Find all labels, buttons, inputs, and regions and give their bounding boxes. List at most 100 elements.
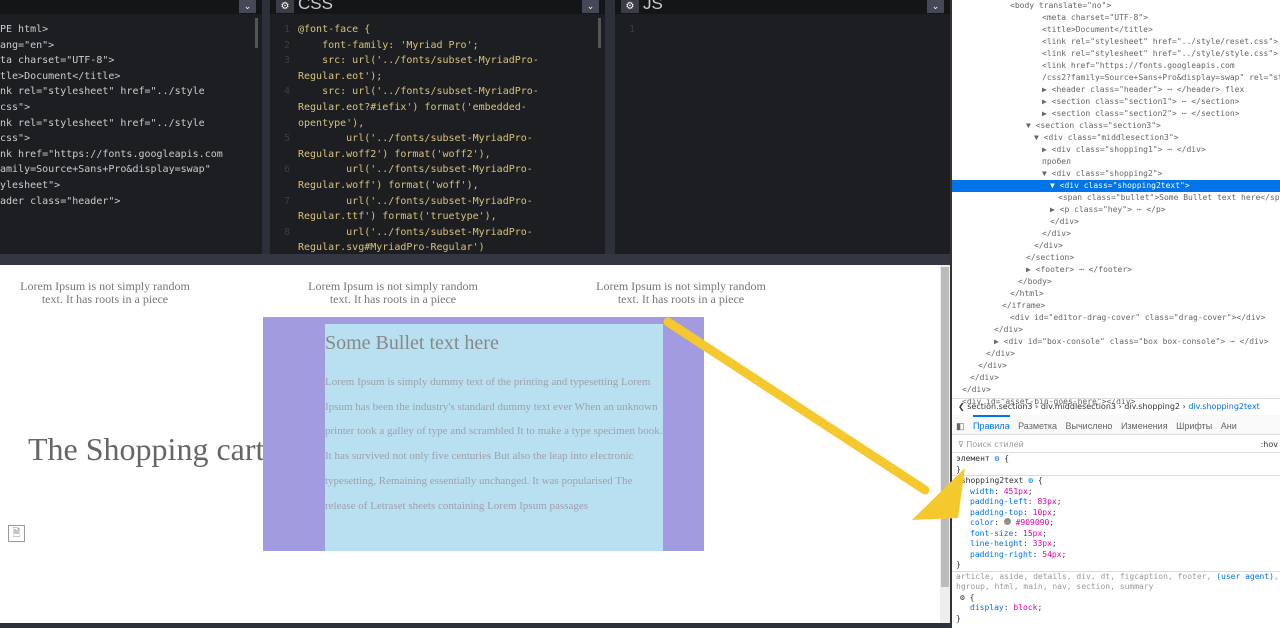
color-swatch-icon[interactable]	[1003, 518, 1011, 525]
hey-paragraph: Lorem Ipsum is simply dummy text of the …	[325, 376, 663, 512]
css-code[interactable]: 1 @font-face {2 font-family: 'Myriad Pro'…	[270, 14, 605, 254]
gear-icon[interactable]: ⚙	[621, 0, 639, 13]
dom-node[interactable]: </div>	[952, 384, 1280, 396]
dom-node[interactable]: <span class="bullet">Some Bullet text he…	[952, 192, 1280, 204]
tab-changes[interactable]: Изменения	[1121, 417, 1168, 435]
dom-node[interactable]: </div>	[952, 372, 1280, 384]
prop-name[interactable]: padding-right	[970, 550, 1033, 559]
dom-node[interactable]: </div>	[952, 360, 1280, 372]
breadcrumb-item[interactable]: div.middlesection3	[1041, 402, 1116, 411]
preview-scrollbar[interactable]	[940, 265, 950, 628]
dom-node[interactable]: пробел	[952, 156, 1280, 168]
code-text: url('../fonts/subset-MyriadPro-	[298, 195, 533, 207]
prop-name[interactable]: line-height	[970, 539, 1023, 548]
chevron-down-icon[interactable]: ⌄	[582, 0, 599, 13]
js-editor-panel[interactable]: ⚙ JS ⌄ 1	[615, 0, 950, 254]
code-line: Regular.woff') format('woff'),	[270, 178, 605, 194]
dom-node[interactable]: ▶ <p class="hey"> ⋯ </p>	[952, 204, 1280, 216]
prop-value[interactable]: block	[1013, 603, 1037, 612]
dom-node[interactable]: ▶ <footer> ⋯ </footer>	[952, 264, 1280, 276]
breadcrumb-item[interactable]: div.shopping2	[1124, 402, 1180, 411]
prop-name[interactable]: padding-left	[970, 497, 1028, 506]
hov-button[interactable]: :hov	[1261, 436, 1278, 453]
style-filter-input[interactable]: ⊽ Поиск стилей :hov	[952, 436, 1280, 453]
line-number: 1	[283, 24, 290, 35]
line-number: 7	[283, 195, 290, 207]
css-declaration[interactable]: font-size: 15px;	[952, 529, 1280, 540]
html-code[interactable]: PE html> ang="en"> ta charset="UTF-8"> tle>…	[0, 14, 262, 209]
prop-name[interactable]: display	[970, 603, 1004, 612]
layout-toggle-icon[interactable]: ◧	[956, 417, 965, 435]
back-icon[interactable]: ❮	[958, 402, 965, 411]
dom-node[interactable]: </div>	[952, 228, 1280, 240]
html-editor-panel[interactable]: ⌄ PE html> ang="en"> ta charset="UTF-8"> tl…	[0, 0, 262, 254]
dom-node[interactable]: ▶ <header class="header"> ⋯ </header> fl…	[952, 84, 1280, 96]
dom-node[interactable]: </html>	[952, 288, 1280, 300]
prop-name[interactable]: font-size	[970, 529, 1013, 538]
code-text: src: url('../fonts/subset-MyriadPro-	[298, 86, 539, 98]
css-declaration[interactable]: line-height: 33px;	[952, 539, 1280, 550]
dom-node[interactable]: <title>Document</title>	[952, 24, 1280, 36]
tab-animations[interactable]: Ани	[1221, 417, 1237, 435]
dom-node[interactable]: ▶ <div id="box-console" class="box box-c…	[952, 336, 1280, 348]
prop-value[interactable]: 54px	[1042, 550, 1061, 559]
dom-node[interactable]: <link href="https://fonts.googleapis.com	[952, 60, 1280, 72]
code-text: Regular.woff') format('woff'),	[298, 179, 479, 191]
breadcrumb-item[interactable]: div.shopping2text	[1188, 402, 1260, 411]
dom-node[interactable]: ▼ <div class="middlesection3">	[952, 132, 1280, 144]
css-declaration[interactable]: padding-top: 10px;	[952, 508, 1280, 519]
dom-node[interactable]: ▶ <section class="section1"> ⋯ </section…	[952, 96, 1280, 108]
tab-computed[interactable]: Вычислено	[1066, 417, 1113, 435]
dom-node[interactable]: </div>	[952, 216, 1280, 228]
dom-tree[interactable]: <body translate="no"> <meta charset="UTF-…	[952, 0, 1280, 408]
prop-name[interactable]: color	[970, 518, 994, 527]
dom-node[interactable]: <div id="editor-drag-cover" class="drag-…	[952, 312, 1280, 324]
dom-node[interactable]: ▼ <section class="section3">	[952, 120, 1280, 132]
code-line: Regular.ttf') format('truetype'),	[270, 209, 605, 225]
dom-node[interactable]: ▼ <div class="shopping2text">	[952, 180, 1280, 192]
dom-node[interactable]: </iframe>	[952, 300, 1280, 312]
tab-rules[interactable]: Правила	[973, 415, 1010, 435]
gear-icon[interactable]: ⚙	[1028, 476, 1033, 485]
prop-name[interactable]: width	[970, 487, 994, 496]
dom-node[interactable]: </section>	[952, 252, 1280, 264]
dom-node[interactable]: </div>	[952, 348, 1280, 360]
prop-value[interactable]: 451px	[1004, 487, 1028, 496]
prop-value[interactable]: #909090	[1016, 518, 1050, 527]
prop-value[interactable]: 15px	[1023, 529, 1042, 538]
prop-name[interactable]: padding-top	[970, 508, 1023, 517]
dom-node[interactable]: <link rel="stylesheet" href="../style/re…	[952, 36, 1280, 48]
scrollbar[interactable]	[598, 18, 601, 48]
dom-node[interactable]: ▶ <section class="section2"> ⋯ </section…	[952, 108, 1280, 120]
chevron-down-icon[interactable]: ⌄	[239, 0, 256, 13]
css-declaration[interactable]: width: 451px;	[952, 487, 1280, 498]
code-line: nk rel="stylesheet" href="../style	[0, 117, 205, 129]
gear-icon[interactable]: ⚙	[276, 0, 294, 13]
dom-node[interactable]: </div>	[952, 324, 1280, 336]
gear-icon[interactable]: ⚙	[995, 454, 1000, 463]
css-declaration[interactable]: padding-left: 83px;	[952, 497, 1280, 508]
dom-node[interactable]: <body translate="no">	[952, 0, 1280, 12]
tab-layout[interactable]: Разметка	[1018, 417, 1057, 435]
scrollbar[interactable]	[255, 18, 258, 48]
css-editor-panel[interactable]: ⚙ CSS ⌄ 1 @font-face {2 font-family: 'Myria…	[270, 0, 605, 254]
breadcrumb-item[interactable]: section.section3	[967, 402, 1032, 411]
tab-fonts[interactable]: Шрифты	[1176, 417, 1212, 435]
dom-node[interactable]: </div>	[952, 240, 1280, 252]
dom-node[interactable]: </body>	[952, 276, 1280, 288]
css-declaration[interactable]: color: #909090;	[952, 518, 1280, 529]
line-number: 3	[283, 55, 290, 67]
code-text: url('../fonts/subset-MyriadPro-	[298, 226, 533, 238]
dom-node[interactable]: <meta charset="UTF-8">	[952, 12, 1280, 24]
chevron-down-icon[interactable]: ⌄	[927, 0, 944, 13]
dom-node[interactable]: /css2?family=Source+Sans+Pro&display=swa…	[952, 72, 1280, 84]
line-number: 5	[283, 133, 290, 145]
css-declaration[interactable]: padding-right: 54px;	[952, 550, 1280, 561]
resize-divider[interactable]	[0, 254, 950, 265]
prop-value[interactable]: 33px	[1033, 539, 1052, 548]
dom-node[interactable]: <link rel="stylesheet" href="../style/st…	[952, 48, 1280, 60]
dom-node[interactable]: ▼ <div class="shopping2">	[952, 168, 1280, 180]
prop-value[interactable]: 10px	[1033, 508, 1052, 517]
dom-node[interactable]: ▶ <div class="shopping1"> ⋯ </div>	[952, 144, 1280, 156]
prop-value[interactable]: 83px	[1037, 497, 1056, 506]
